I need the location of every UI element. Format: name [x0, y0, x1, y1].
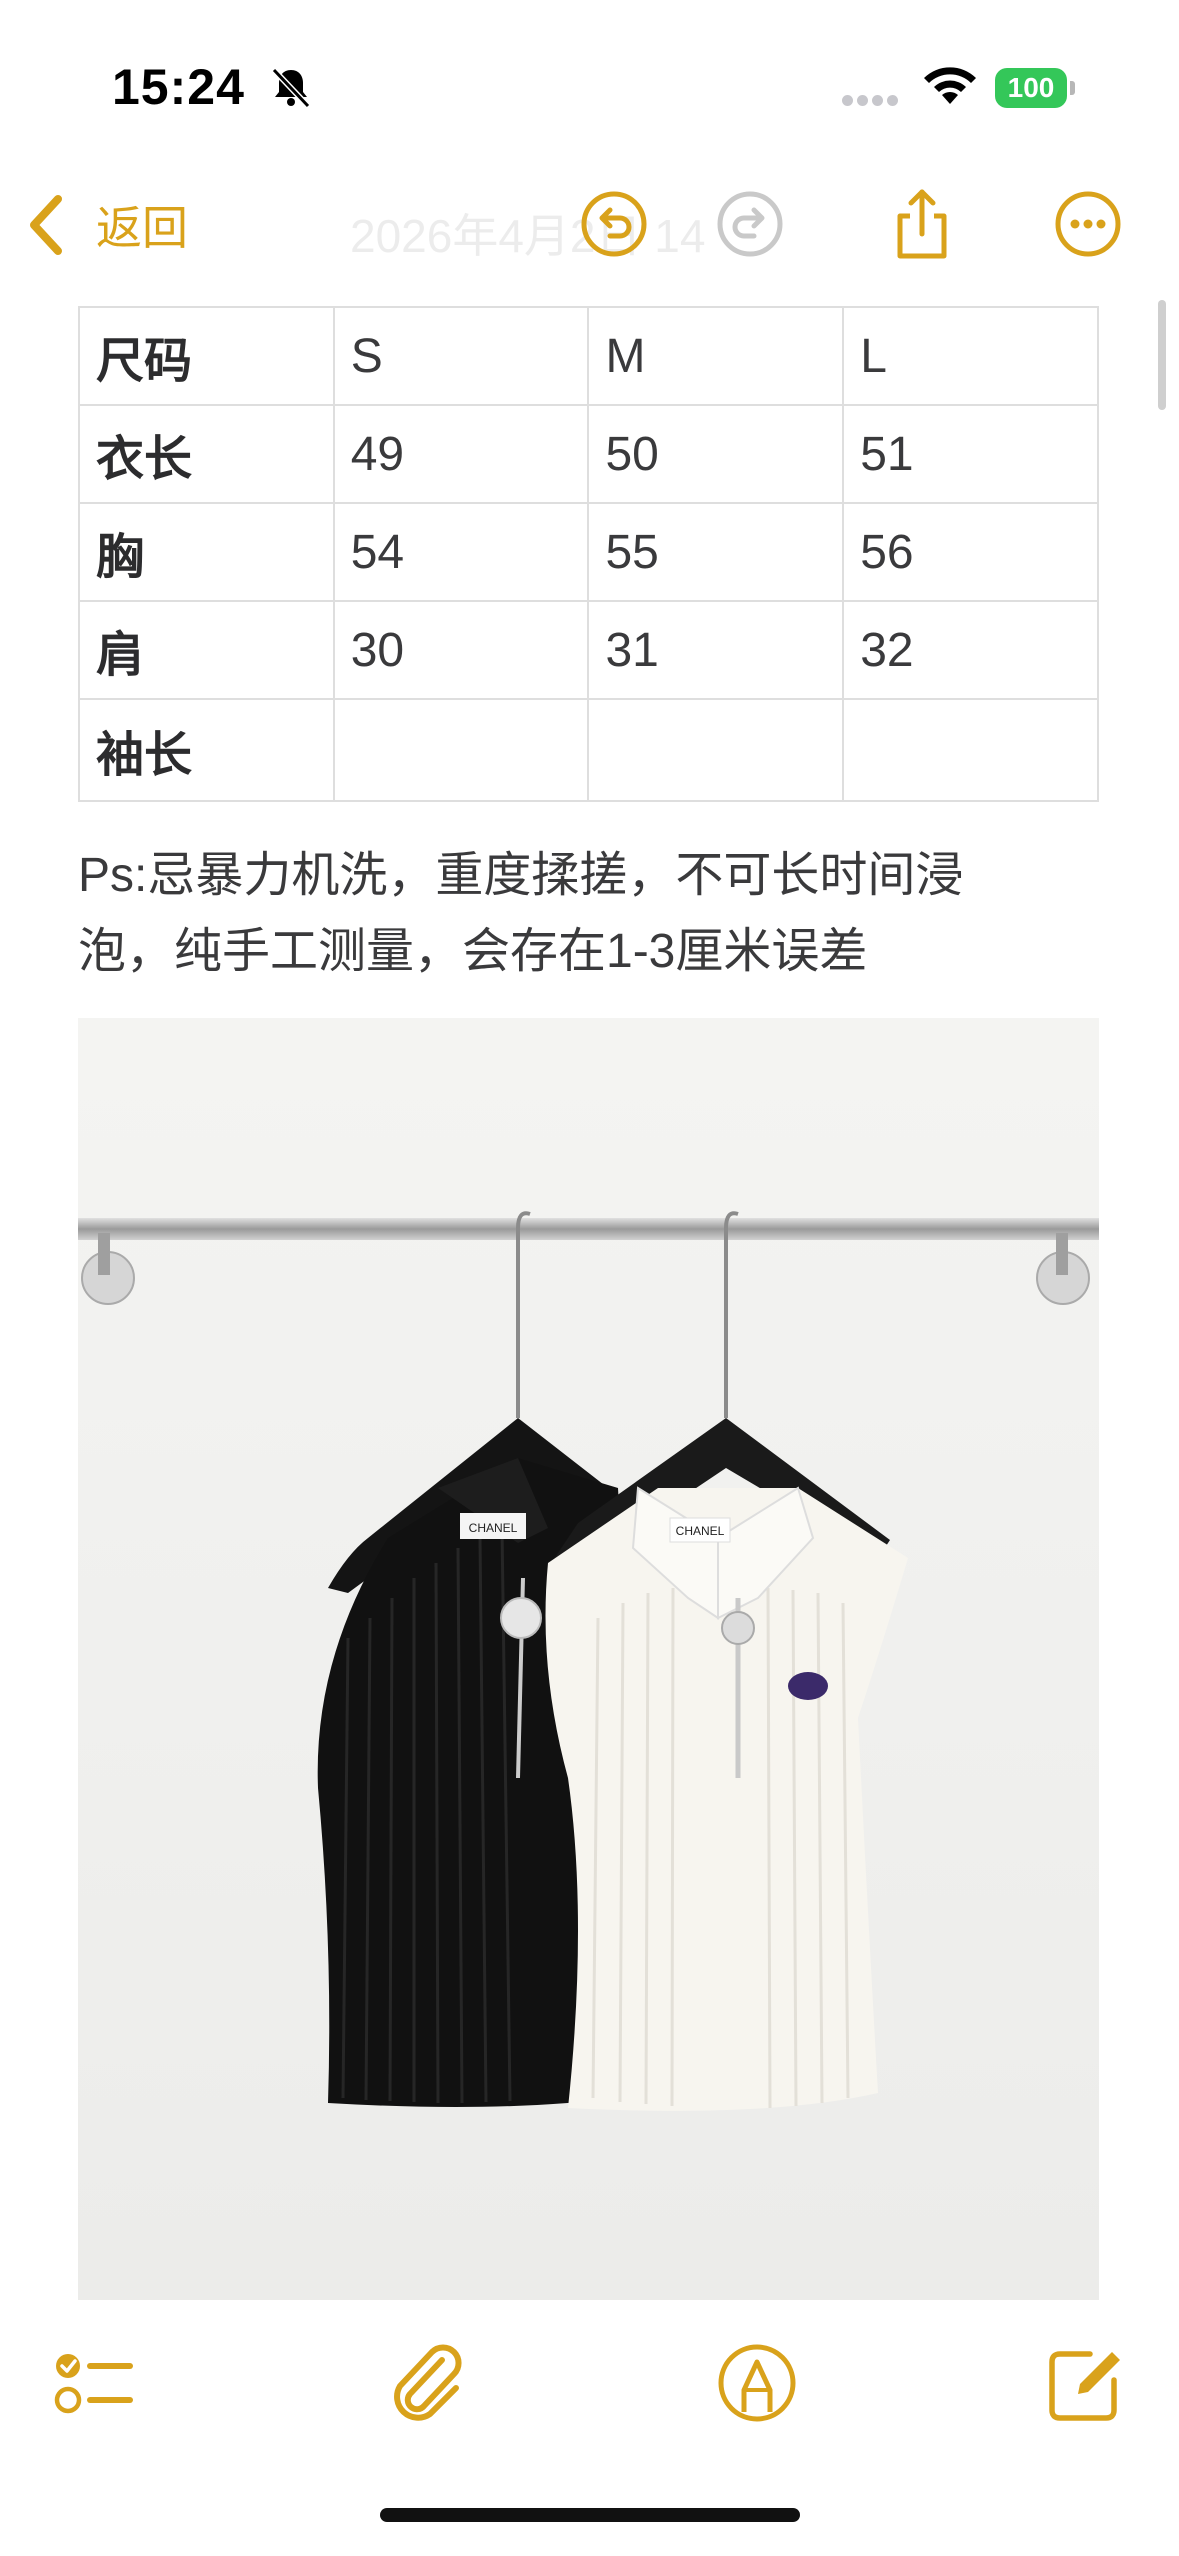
share-icon — [897, 189, 947, 259]
chevron-left-icon — [30, 195, 62, 255]
note-line: 泡，纯手工测量，会存在1-3厘米误差 — [78, 925, 868, 978]
table-row: 袖长 — [78, 698, 1099, 802]
table-cell[interactable]: S — [332, 306, 590, 406]
table-cell[interactable]: 51 — [842, 404, 1099, 504]
more-icon — [1055, 191, 1121, 257]
share-button[interactable] — [884, 186, 960, 262]
battery-icon: 100 — [995, 68, 1075, 108]
table-cell[interactable]: L — [842, 306, 1099, 406]
back-button[interactable]: 返回 — [26, 190, 188, 260]
table-row: 肩 30 31 32 — [78, 600, 1099, 700]
nav-bar: 返回 2026年4月2日 14 — [0, 170, 1179, 295]
compose-button[interactable] — [1040, 2338, 1130, 2428]
status-time: 15:24 — [112, 59, 245, 115]
checklist-icon — [54, 2354, 133, 2414]
size-table: 尺码 S M L 衣长 49 50 51 胸 54 55 56 肩 30 31 … — [78, 306, 1099, 802]
table-cell[interactable]: 胸 — [78, 502, 335, 602]
table-cell[interactable]: 衣长 — [78, 404, 335, 504]
more-button[interactable] — [1050, 186, 1126, 262]
home-indicator[interactable] — [380, 2508, 800, 2522]
product-photo[interactable]: CHANEL CHANEL — [78, 1018, 1099, 2300]
battery-level: 100 — [995, 68, 1067, 108]
redo-icon — [717, 191, 783, 257]
table-cell[interactable]: 31 — [587, 600, 845, 700]
table-cell[interactable]: 32 — [842, 600, 1099, 700]
undo-button[interactable] — [576, 186, 652, 262]
table-cell[interactable]: 袖长 — [78, 698, 335, 802]
table-header-row: 尺码 S M L — [78, 306, 1099, 406]
table-cell[interactable]: 49 — [332, 404, 590, 504]
bell-slash-icon — [271, 67, 311, 109]
signal-dots-icon — [842, 93, 902, 111]
table-cell[interactable]: 50 — [587, 404, 845, 504]
table-cell[interactable] — [587, 698, 845, 802]
table-cell[interactable] — [842, 698, 1099, 802]
undo-icon — [581, 191, 647, 257]
note-line: Ps:忌暴力机洗，重度揉搓，不可长时间浸 — [78, 849, 964, 902]
table-cell[interactable]: 54 — [332, 502, 590, 602]
table-row: 衣长 49 50 51 — [78, 404, 1099, 504]
note-title: 2026年4月2日 14 — [350, 210, 706, 262]
table-cell[interactable]: 尺码 — [78, 306, 335, 406]
table-cell[interactable]: 肩 — [78, 600, 335, 700]
status-bar: 15:24 100 — [0, 0, 1179, 170]
tops-on-hanger-image: CHANEL CHANEL — [78, 1018, 1099, 2300]
black-top-label: CHANEL — [469, 1521, 518, 1535]
markup-pen-icon — [718, 2344, 796, 2422]
back-label: 返回 — [96, 202, 188, 254]
white-top-label: CHANEL — [676, 1524, 725, 1538]
table-cell[interactable]: 55 — [587, 502, 845, 602]
table-cell[interactable]: 56 — [842, 502, 1099, 602]
table-cell[interactable]: 30 — [332, 600, 590, 700]
table-cell[interactable]: M — [587, 306, 845, 406]
scroll-indicator[interactable] — [1158, 300, 1166, 410]
note-body[interactable]: Ps:忌暴力机洗，重度揉搓，不可长时间浸 泡，纯手工测量，会存在1-3厘米误差 — [78, 838, 1078, 990]
compose-icon — [1049, 2351, 1120, 2421]
wifi-icon — [924, 67, 976, 104]
table-row: 胸 54 55 56 — [78, 502, 1099, 602]
bottom-toolbar — [0, 2330, 1179, 2450]
redo-button[interactable] — [712, 186, 788, 262]
table-cell[interactable] — [332, 698, 590, 802]
paperclip-icon — [394, 2344, 462, 2421]
checklist-button[interactable] — [48, 2338, 138, 2428]
markup-button[interactable] — [712, 2338, 802, 2428]
attach-button[interactable] — [382, 2338, 472, 2428]
